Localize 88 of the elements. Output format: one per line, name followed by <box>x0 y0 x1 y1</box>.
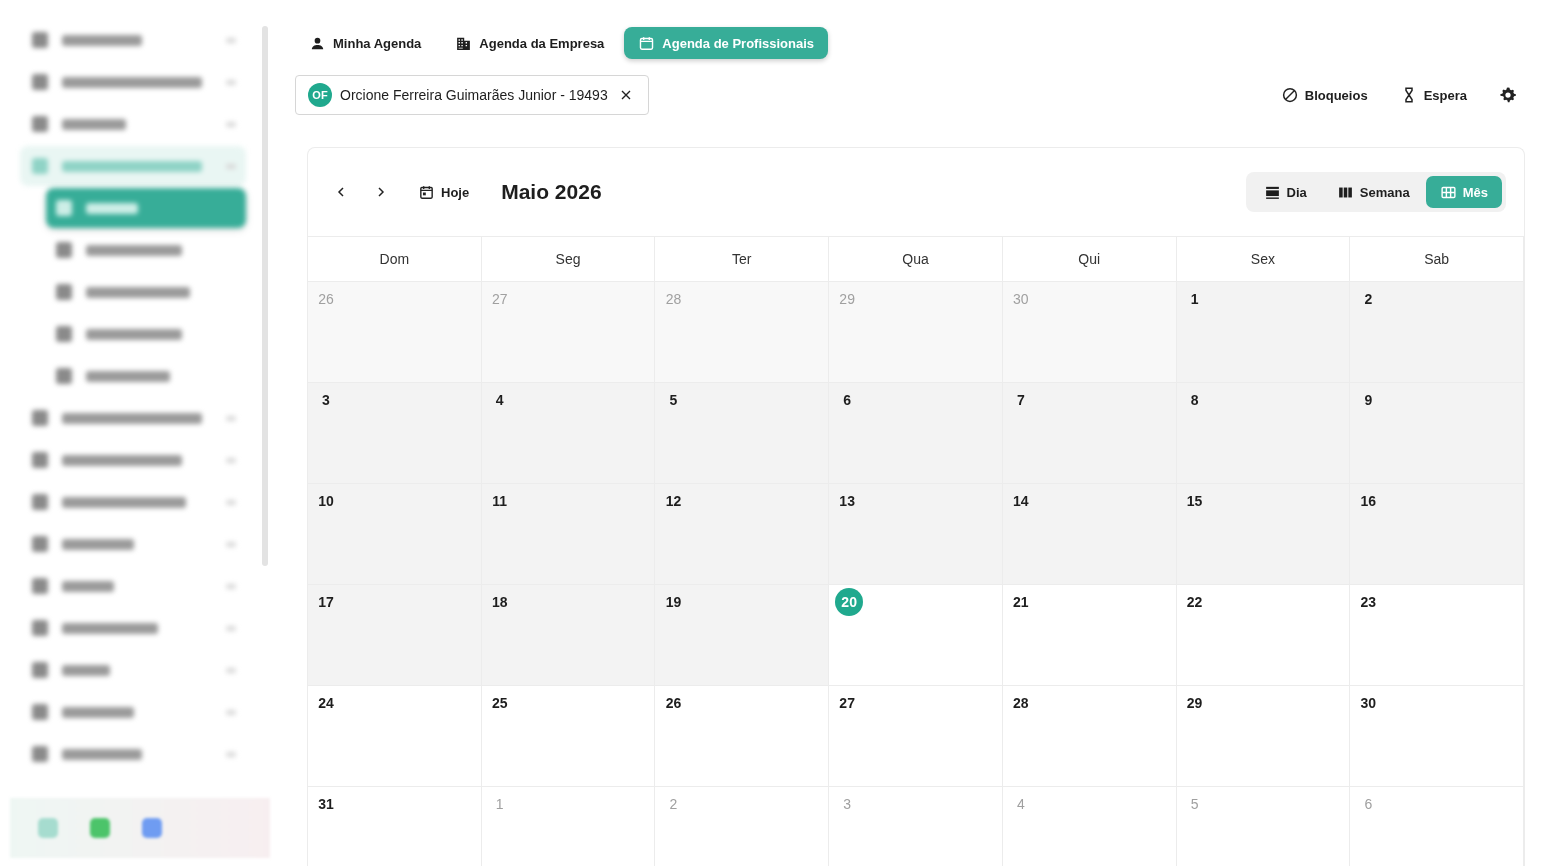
day-cell[interactable]: 2 <box>1350 282 1524 383</box>
day-number: 13 <box>838 492 856 511</box>
day-number: 18 <box>490 593 509 612</box>
day-number: 5 <box>1189 795 1200 814</box>
day-number: 28 <box>664 290 683 309</box>
block-icon <box>1280 86 1299 104</box>
day-cell[interactable]: 14 <box>1002 484 1177 585</box>
day-number: 25 <box>490 694 509 713</box>
avatar-initials: OF <box>308 83 332 107</box>
view-switch[interactable]: Semana <box>1322 176 1424 208</box>
day-number: 11 <box>491 492 509 511</box>
day-number: 7 <box>1015 391 1026 410</box>
day-number: 2 <box>1363 290 1374 309</box>
day-cell[interactable]: 29 <box>1176 686 1351 787</box>
view-switch[interactable]: Dia <box>1249 176 1321 208</box>
day-cell[interactable]: 30 <box>1350 686 1524 787</box>
day-number: 10 <box>317 492 335 511</box>
day-cell[interactable]: 23 <box>1350 585 1524 686</box>
day-number: 26 <box>317 290 335 309</box>
day-number: 27 <box>838 694 856 713</box>
view-tab[interactable]: Agenda da Empresa <box>441 27 619 59</box>
blurred-menu-item[interactable] <box>20 146 246 186</box>
day-cell[interactable]: 17 <box>308 585 482 686</box>
day-cell[interactable]: 8 <box>1176 383 1351 484</box>
today-button[interactable]: Hoje <box>412 182 476 202</box>
settings-icon <box>1499 86 1517 104</box>
day-number: 4 <box>494 391 505 410</box>
day-number: 15 <box>1185 492 1204 511</box>
day-cell[interactable]: 1 <box>1176 282 1351 383</box>
day-number: 3 <box>842 795 853 814</box>
day-cell[interactable]: 22 <box>1176 585 1351 686</box>
day-number: 9 <box>1363 391 1374 410</box>
day-number: 29 <box>838 290 856 309</box>
day-cell[interactable]: 9 <box>1350 383 1524 484</box>
day-cell[interactable]: 4 <box>481 383 656 484</box>
day-cell[interactable]: 26 <box>655 686 830 787</box>
day-number: 19 <box>664 593 683 612</box>
blurred-menu-item[interactable] <box>46 188 246 228</box>
day-number: 8 <box>1189 391 1200 410</box>
day-number: 23 <box>1359 593 1378 612</box>
day-number: 21 <box>1012 593 1030 612</box>
day-cell[interactable]: 10 <box>308 484 482 585</box>
day-number: 6 <box>842 391 853 410</box>
day-cell[interactable]: 25 <box>481 686 656 787</box>
calendar-icon <box>638 34 656 52</box>
day-number: 6 <box>1363 795 1374 814</box>
day-number: 30 <box>1359 694 1378 713</box>
calendar-icon <box>418 183 435 201</box>
day-number: 28 <box>1012 694 1030 713</box>
day-number: 29 <box>1185 694 1204 713</box>
day-number: 12 <box>664 492 683 511</box>
month-title: Maio 2026 <box>501 180 602 204</box>
blocks-button[interactable]: Bloqueios <box>1272 82 1376 108</box>
day-cell[interactable]: 21 <box>1002 585 1177 686</box>
day-number: 5 <box>668 391 679 410</box>
day-number: 31 <box>317 795 335 814</box>
day-cell[interactable]: 11 <box>481 484 656 585</box>
day-cell[interactable]: 5 <box>655 383 830 484</box>
professional-name: Orcione Ferreira Guimarães Junior - 19493 <box>340 87 608 103</box>
waitlist-button[interactable]: Espera <box>1391 82 1475 108</box>
day-number: 16 <box>1359 492 1378 511</box>
day-number: 3 <box>321 391 331 410</box>
day-number: 24 <box>317 694 335 713</box>
day-number: 1 <box>494 795 505 814</box>
day-number: 20 <box>835 588 864 616</box>
day-number: 27 <box>490 290 509 309</box>
professional-chip[interactable]: OF Orcione Ferreira Guimarães Junior - 19493 <box>295 75 649 115</box>
day-cell[interactable]: 27 <box>829 686 1003 787</box>
day-number: 14 <box>1012 492 1030 511</box>
day-cell[interactable]: 18 <box>481 585 656 686</box>
day-cell[interactable]: 7 <box>1002 383 1177 484</box>
day-number: 1 <box>1189 290 1200 309</box>
day-number: 4 <box>1015 795 1026 814</box>
day-number: 30 <box>1012 290 1030 309</box>
day-cell[interactable]: 6 <box>829 383 1003 484</box>
day-cell[interactable]: 3 <box>308 383 482 484</box>
day-number: 22 <box>1185 593 1204 612</box>
day-cell[interactable]: 28 <box>1002 686 1177 787</box>
day-cell[interactable]: 13 <box>829 484 1003 585</box>
day-number: 26 <box>664 694 683 713</box>
day-cell[interactable]: 24 <box>308 686 482 787</box>
day-number: 2 <box>668 795 679 814</box>
view-tab[interactable]: Minha Agenda <box>295 27 436 59</box>
day-cell[interactable]: 12 <box>655 484 830 585</box>
day-cell[interactable]: 16 <box>1350 484 1524 585</box>
day-cell[interactable]: 15 <box>1176 484 1351 585</box>
day-number: 17 <box>317 593 335 612</box>
day-cell[interactable]: 19 <box>655 585 830 686</box>
